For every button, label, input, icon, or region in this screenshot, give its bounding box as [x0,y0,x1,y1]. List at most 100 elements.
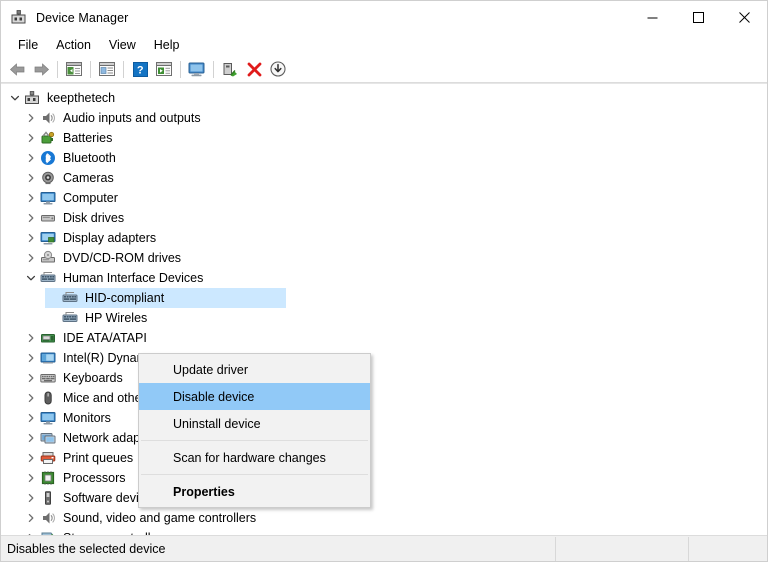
bluetooth-icon [39,150,57,166]
chevron-down-icon[interactable] [7,88,23,108]
menu-file[interactable]: File [9,36,47,54]
tree-item[interactable]: HP Wireles [1,308,767,328]
status-pane-2 [556,536,689,561]
close-button[interactable] [721,1,767,34]
forward-icon[interactable] [29,58,53,80]
chevron-right-icon[interactable] [23,208,39,228]
tree-item-label: HID-compliant [85,291,165,305]
tree-item[interactable]: Disk drives [1,208,767,228]
chevron-right-icon[interactable] [23,488,39,508]
tree-item[interactable]: Network adapters [1,428,767,448]
chevron-right-icon[interactable] [23,148,39,168]
context-menu-item[interactable]: Disable device [139,383,370,410]
minimize-button[interactable] [629,1,675,34]
scan-hardware-changes-icon[interactable] [185,58,209,80]
disk-drive-icon [39,210,57,226]
device-tree-panel[interactable]: keepthetech Audio inputs and outputs Batte… [1,83,767,535]
tree-item-label: Processors [63,471,126,485]
tree-item[interactable]: Display adapters [1,228,767,248]
chevron-right-icon[interactable] [23,448,39,468]
status-message: Disables the selected device [1,536,556,561]
device-context-menu[interactable]: Update driver Disable device Uninstall dev… [138,353,371,508]
tree-item[interactable]: HID-compliant [1,288,767,308]
tree-item-label: Bluetooth [63,151,116,165]
menu-view[interactable]: View [100,36,145,54]
update-driver-icon[interactable] [152,58,176,80]
software-device-icon [39,490,57,506]
chevron-right-icon[interactable] [23,348,39,368]
context-menu-separator [141,440,368,441]
chevron-right-icon[interactable] [23,128,39,148]
chevron-right-icon[interactable] [23,468,39,488]
tree-item[interactable]: IDE ATA/ATAPI [1,328,767,348]
chevron-right-icon[interactable] [23,528,39,535]
menu-help[interactable]: Help [145,36,189,54]
tree-item[interactable]: Monitors [1,408,767,428]
tree-item[interactable]: Print queues [1,448,767,468]
tree-item[interactable]: Bluetooth [1,148,767,168]
back-icon[interactable] [5,58,29,80]
tree-item[interactable]: Processors [1,468,767,488]
tree-item[interactable]: Keyboards [1,368,767,388]
display-adapter-icon [39,230,57,246]
context-menu-item[interactable]: Properties [139,478,370,505]
toolbar-separator [213,60,214,78]
chevron-right-icon[interactable] [23,388,39,408]
hid-device-icon [61,290,79,306]
chevron-right-icon[interactable] [23,508,39,528]
context-menu-separator [141,474,368,475]
help-icon[interactable]: ? [128,58,152,80]
maximize-button[interactable] [675,1,721,34]
tree-item-label: keepthetech [47,91,116,105]
tree-item[interactable]: Human Interface Devices [1,268,767,288]
chevron-right-icon[interactable] [23,428,39,448]
show-hide-console-tree-icon[interactable] [62,58,86,80]
tree-item-label: HP Wireles [85,311,148,325]
tree-item[interactable]: Mice and othe [1,388,767,408]
chevron-right-icon[interactable] [23,368,39,388]
chevron-right-icon[interactable] [23,328,39,348]
tree-item-label: Cameras [63,171,114,185]
chevron-down-icon[interactable] [23,268,39,288]
tree-item[interactable]: Audio inputs and outputs [1,108,767,128]
context-menu-item[interactable]: Scan for hardware changes [139,444,370,471]
device-manager-icon [10,9,27,26]
chevron-right-icon[interactable] [23,228,39,248]
computer-root-icon [23,90,41,106]
tree-item-label: Computer [63,191,118,205]
context-menu-item[interactable]: Uninstall device [139,410,370,437]
tree-item[interactable]: Storage controllers [1,528,767,535]
camera-icon [39,170,57,186]
disable-device-icon[interactable] [266,58,290,80]
menu-action[interactable]: Action [47,36,100,54]
tree-item[interactable]: Computer [1,188,767,208]
tree-item-label: Disk drives [63,211,125,225]
tree-item-label: Sound, video and game controllers [63,511,257,525]
chevron-right-icon[interactable] [23,108,39,128]
uninstall-device-icon[interactable] [242,58,266,80]
enable-device-icon[interactable] [218,58,242,80]
tree-item[interactable]: Software devices [1,488,767,508]
tree-item-label: DVD/CD-ROM drives [63,251,182,265]
chevron-right-icon[interactable] [23,168,39,188]
context-menu-item[interactable]: Update driver [139,356,370,383]
tree-item-label: IDE ATA/ATAPI [63,331,147,345]
chevron-right-icon[interactable] [23,188,39,208]
ide-controller-icon [39,330,57,346]
chevron-right-icon[interactable] [23,408,39,428]
hid-device-icon [61,310,79,326]
status-pane-3 [689,537,767,561]
tree-item[interactable]: Cameras [1,168,767,188]
system-device-icon [39,350,57,366]
device-tree[interactable]: keepthetech Audio inputs and outputs Batte… [1,84,767,535]
chevron-right-icon[interactable] [23,248,39,268]
network-adapter-icon [39,430,57,446]
tree-item[interactable]: Intel(R) Dynam [1,348,767,368]
tree-item[interactable]: Batteries [1,128,767,148]
tree-item[interactable]: keepthetech [1,88,767,108]
properties-icon[interactable] [95,58,119,80]
tree-item[interactable]: Sound, video and game controllers [1,508,767,528]
tree-item[interactable]: DVD/CD-ROM drives [1,248,767,268]
